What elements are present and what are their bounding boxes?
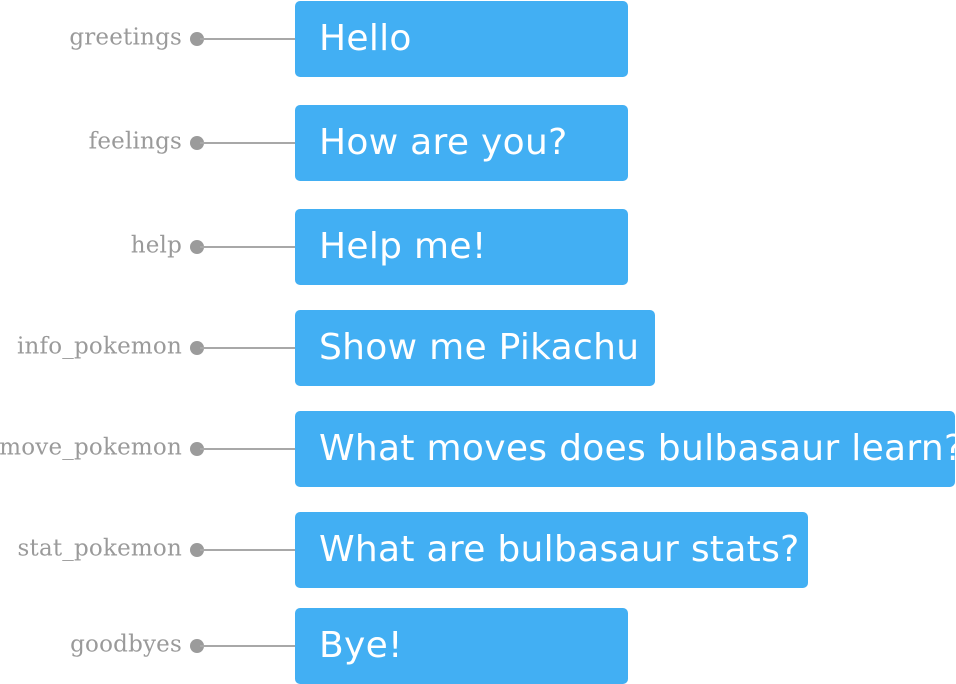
intent-row-goodbyes: goodbyes Bye! <box>0 608 956 684</box>
intent-label: feelings <box>88 128 182 155</box>
connector-line <box>200 246 296 248</box>
intent-label: info_pokemon <box>16 333 182 360</box>
connector-line <box>200 645 296 647</box>
connector-line <box>200 549 296 551</box>
utterance-bubble: What moves does bulbasaur learn? <box>295 411 956 487</box>
intent-label: move_pokemon <box>0 434 182 461</box>
intent-row-stat-pokemon: stat_pokemon What are bulbasaur stats? <box>0 512 956 588</box>
utterance-bubble: What are bulbasaur stats? <box>295 512 808 588</box>
intent-row-greetings: greetings Hello <box>0 1 956 77</box>
intent-row-move-pokemon: move_pokemon What moves does bulbasaur l… <box>0 411 956 487</box>
utterance-bubble: Hello <box>295 1 628 77</box>
utterance-bubble: Show me Pikachu <box>295 310 655 386</box>
intent-row-help: help Help me! <box>0 209 956 285</box>
connector-line <box>200 142 296 144</box>
connector-line <box>200 347 296 349</box>
intent-label: goodbyes <box>70 631 182 658</box>
intent-row-feelings: feelings How are you? <box>0 105 956 181</box>
intent-label: greetings <box>69 24 182 51</box>
connector-line <box>200 448 296 450</box>
utterance-bubble: Help me! <box>295 209 628 285</box>
intent-label: help <box>130 232 182 259</box>
intent-label: stat_pokemon <box>17 535 182 562</box>
connector-line <box>200 38 296 40</box>
utterance-bubble: Bye! <box>295 608 628 684</box>
intent-diagram: greetings Hello feelings How are you? he… <box>0 0 956 684</box>
utterance-bubble: How are you? <box>295 105 628 181</box>
intent-row-info-pokemon: info_pokemon Show me Pikachu <box>0 310 956 386</box>
